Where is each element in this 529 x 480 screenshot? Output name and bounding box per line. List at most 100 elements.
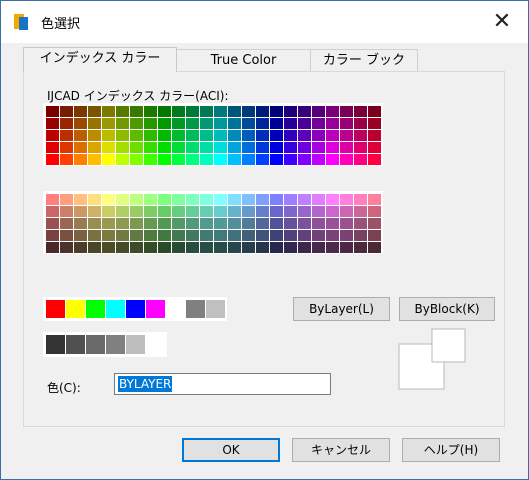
aci-bottom-swatch[interactable] (228, 218, 241, 229)
aci-top-swatch[interactable] (46, 118, 59, 129)
aci-bottom-swatch[interactable] (340, 206, 353, 217)
aci-top-swatch[interactable] (158, 106, 171, 117)
aci-top-swatch[interactable] (172, 130, 185, 141)
aci-top-swatch[interactable] (368, 118, 381, 129)
aci-top-swatch[interactable] (74, 130, 87, 141)
aci-top-swatch[interactable] (242, 154, 255, 165)
aci-top-swatch[interactable] (186, 106, 199, 117)
gray-color-swatch[interactable] (66, 335, 85, 354)
aci-top-swatch[interactable] (88, 106, 101, 117)
aci-top-swatch[interactable] (354, 118, 367, 129)
aci-bottom-swatch[interactable] (214, 230, 227, 241)
standard-color-swatch[interactable] (66, 300, 85, 318)
aci-bottom-swatch[interactable] (130, 242, 143, 253)
aci-top-swatch[interactable] (144, 106, 157, 117)
aci-bottom-swatch[interactable] (270, 206, 283, 217)
aci-top-swatch[interactable] (158, 118, 171, 129)
aci-top-swatch[interactable] (46, 130, 59, 141)
aci-bottom-swatch[interactable] (242, 218, 255, 229)
aci-bottom-swatch[interactable] (354, 206, 367, 217)
aci-top-swatch[interactable] (74, 142, 87, 153)
aci-top-swatch[interactable] (284, 130, 297, 141)
aci-top-swatch[interactable] (60, 106, 73, 117)
aci-bottom-swatch[interactable] (340, 242, 353, 253)
aci-bottom-swatch[interactable] (298, 230, 311, 241)
aci-top-swatch[interactable] (354, 154, 367, 165)
aci-top-swatch[interactable] (144, 118, 157, 129)
standard-color-swatch[interactable] (186, 300, 205, 318)
aci-bottom-swatch[interactable] (102, 230, 115, 241)
aci-bottom-swatch[interactable] (256, 206, 269, 217)
aci-top-swatch[interactable] (172, 142, 185, 153)
aci-top-swatch[interactable] (312, 130, 325, 141)
aci-bottom-swatch[interactable] (46, 230, 59, 241)
aci-top-swatch[interactable] (326, 130, 339, 141)
cancel-button[interactable]: キャンセル (292, 438, 390, 462)
aci-top-swatch[interactable] (256, 106, 269, 117)
aci-bottom-swatch[interactable] (88, 242, 101, 253)
standard-color-swatch[interactable] (206, 300, 225, 318)
gray-color-swatch[interactable] (106, 335, 125, 354)
aci-bottom-swatch[interactable] (214, 218, 227, 229)
aci-top-swatch[interactable] (130, 118, 143, 129)
aci-bottom-swatch[interactable] (270, 194, 283, 205)
gray-color-swatch[interactable] (146, 335, 165, 354)
aci-top-swatch[interactable] (130, 130, 143, 141)
aci-bottom-swatch[interactable] (186, 230, 199, 241)
aci-top-swatch[interactable] (270, 118, 283, 129)
aci-top-swatch[interactable] (116, 130, 129, 141)
aci-top-swatch[interactable] (256, 154, 269, 165)
aci-bottom-swatch[interactable] (326, 194, 339, 205)
aci-bottom-swatch[interactable] (298, 194, 311, 205)
aci-bottom-swatch[interactable] (228, 242, 241, 253)
aci-top-swatch[interactable] (46, 106, 59, 117)
aci-bottom-swatch[interactable] (312, 218, 325, 229)
aci-bottom-swatch[interactable] (158, 206, 171, 217)
aci-bottom-swatch[interactable] (186, 218, 199, 229)
aci-bottom-swatch[interactable] (60, 218, 73, 229)
aci-top-swatch[interactable] (340, 154, 353, 165)
standard-color-swatch[interactable] (126, 300, 145, 318)
aci-top-swatch[interactable] (214, 154, 227, 165)
aci-bottom-swatch[interactable] (200, 242, 213, 253)
aci-bottom-swatch[interactable] (270, 230, 283, 241)
aci-top-swatch[interactable] (200, 130, 213, 141)
aci-bottom-swatch[interactable] (242, 194, 255, 205)
aci-bottom-swatch[interactable] (270, 218, 283, 229)
aci-top-swatch[interactable] (74, 118, 87, 129)
aci-top-swatch[interactable] (186, 154, 199, 165)
aci-bottom-swatch[interactable] (74, 206, 87, 217)
aci-bottom-swatch[interactable] (256, 218, 269, 229)
gray-color-swatch[interactable] (46, 335, 65, 354)
aci-top-swatch[interactable] (242, 106, 255, 117)
bylayer-button[interactable]: ByLayer(L) (293, 297, 390, 321)
aci-bottom-swatch[interactable] (284, 194, 297, 205)
aci-bottom-swatch[interactable] (312, 206, 325, 217)
aci-top-swatch[interactable] (284, 118, 297, 129)
aci-bottom-swatch[interactable] (144, 206, 157, 217)
aci-bottom-swatch[interactable] (354, 242, 367, 253)
aci-top-swatch[interactable] (116, 142, 129, 153)
aci-top-swatch[interactable] (214, 142, 227, 153)
aci-bottom-swatch[interactable] (312, 194, 325, 205)
aci-bottom-swatch[interactable] (88, 194, 101, 205)
aci-bottom-swatch[interactable] (270, 242, 283, 253)
aci-top-swatch[interactable] (116, 106, 129, 117)
aci-top-swatch[interactable] (326, 154, 339, 165)
aci-bottom-swatch[interactable] (298, 218, 311, 229)
aci-top-swatch[interactable] (74, 154, 87, 165)
aci-bottom-swatch[interactable] (214, 242, 227, 253)
aci-bottom-swatch[interactable] (88, 206, 101, 217)
aci-top-swatch[interactable] (284, 142, 297, 153)
aci-top-swatch[interactable] (312, 106, 325, 117)
aci-top-swatch[interactable] (340, 118, 353, 129)
aci-top-swatch[interactable] (74, 106, 87, 117)
aci-top-swatch[interactable] (270, 130, 283, 141)
aci-bottom-swatch[interactable] (130, 230, 143, 241)
aci-top-swatch[interactable] (228, 106, 241, 117)
aci-top-swatch[interactable] (130, 142, 143, 153)
aci-top-swatch[interactable] (102, 154, 115, 165)
aci-bottom-swatch[interactable] (74, 218, 87, 229)
aci-bottom-swatch[interactable] (186, 242, 199, 253)
aci-top-swatch[interactable] (200, 106, 213, 117)
